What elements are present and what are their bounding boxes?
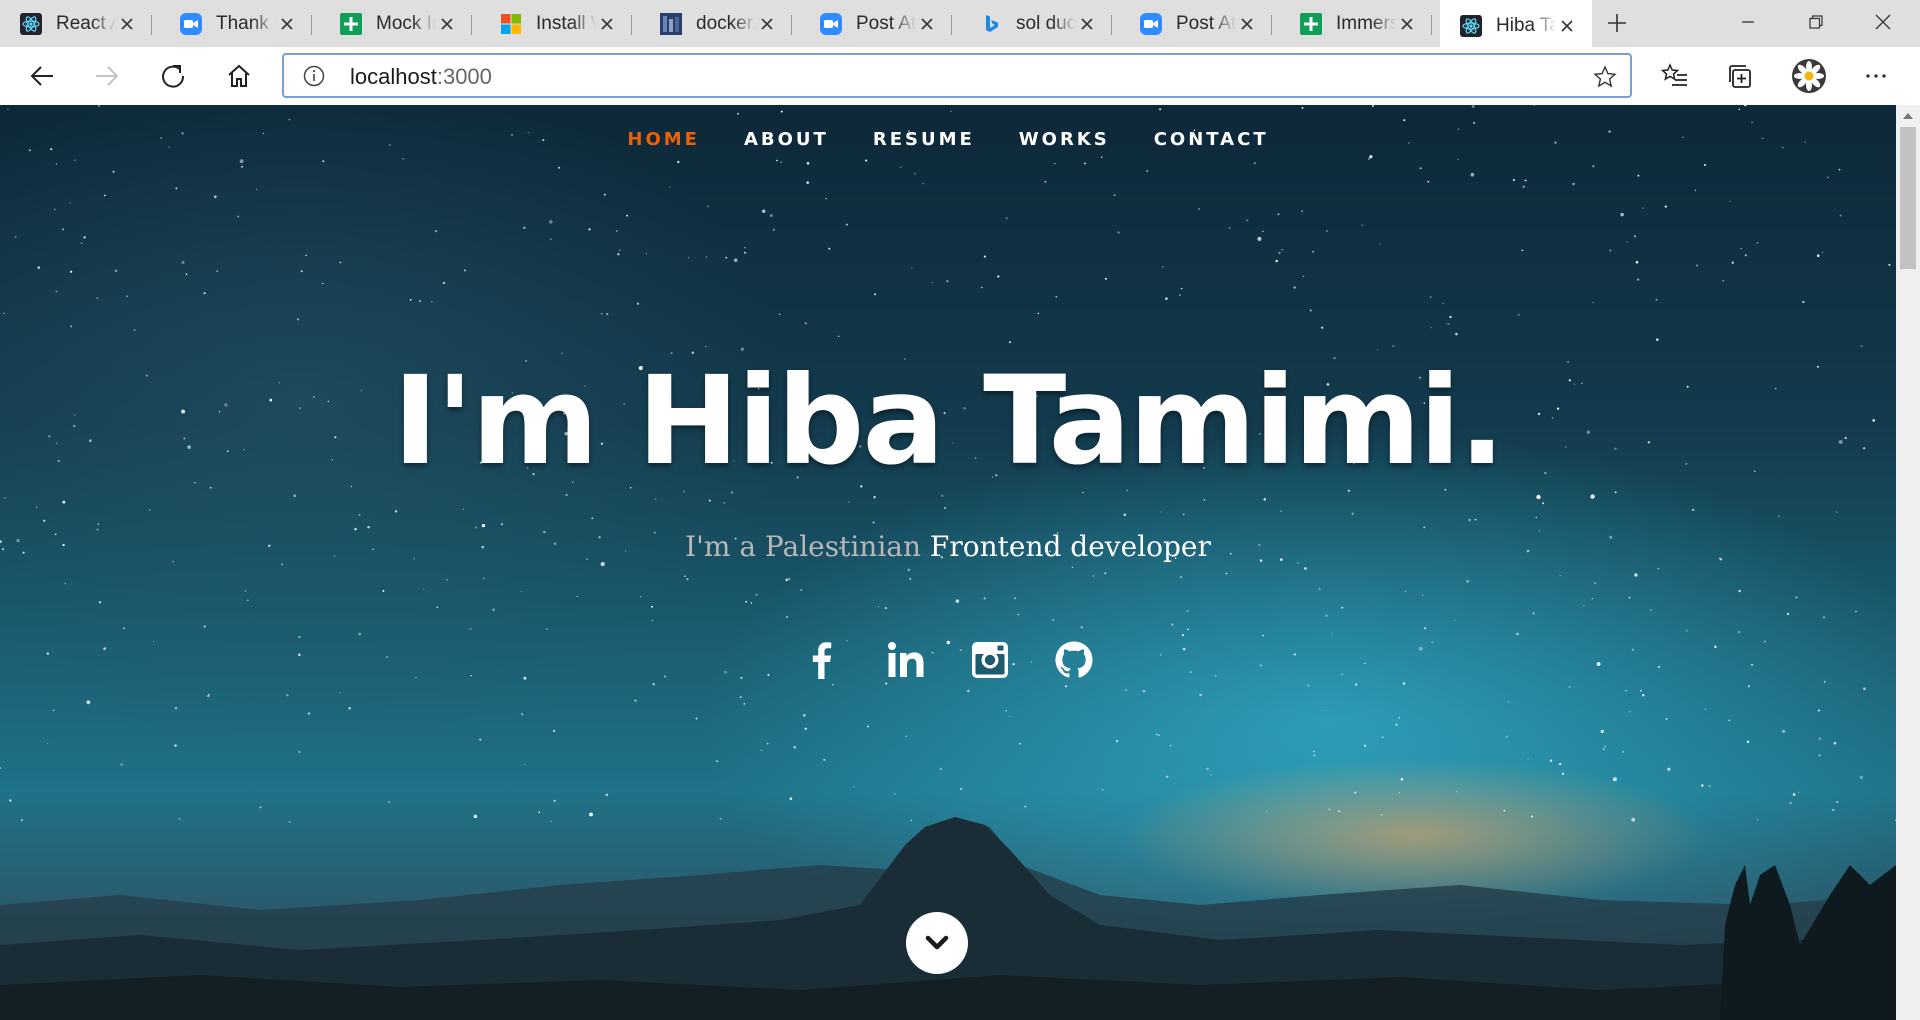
hero-subtitle: I'm a Palestinian Frontend developer bbox=[0, 530, 1896, 563]
scrollbar-thumb[interactable] bbox=[1900, 127, 1916, 269]
browser-tab-active[interactable]: Hiba Tamimi bbox=[1440, 0, 1592, 47]
minimize-icon bbox=[1742, 21, 1754, 23]
main-nav: HOME ABOUT RESUME WORKS CONTACT bbox=[0, 129, 1896, 150]
nav-resume[interactable]: RESUME bbox=[871, 129, 977, 150]
linkedin-link[interactable] bbox=[885, 639, 927, 681]
zoom-icon bbox=[820, 12, 842, 35]
hero-title: I'm Hiba Tamimi. bbox=[392, 350, 1505, 492]
tab-title: Post Attendee bbox=[856, 12, 916, 34]
hero-subtitle-prefix: I'm a Palestinian bbox=[685, 530, 922, 563]
close-icon bbox=[1875, 14, 1891, 30]
tab-strip: React App Thank you for registering Mock… bbox=[0, 0, 1920, 47]
github-icon bbox=[1055, 641, 1093, 678]
docker-thumb-icon bbox=[660, 12, 682, 35]
nav-home[interactable]: HOME bbox=[625, 129, 702, 150]
nav-works[interactable]: WORKS bbox=[1017, 129, 1112, 150]
page-scrollbar[interactable] bbox=[1896, 105, 1920, 1020]
browser-tab[interactable]: Thank you for registering bbox=[160, 5, 312, 42]
home-icon bbox=[228, 64, 250, 87]
facebook-icon bbox=[812, 642, 832, 679]
react-icon bbox=[20, 12, 42, 35]
browser-tab[interactable]: sol duc bbox=[960, 5, 1112, 42]
profile-avatar[interactable] bbox=[1791, 58, 1827, 94]
close-icon[interactable] bbox=[596, 13, 618, 35]
sheets-icon bbox=[340, 12, 362, 35]
settings-more-button[interactable] bbox=[1860, 60, 1892, 92]
browser-tab[interactable]: docker, bbox=[640, 5, 792, 42]
arrow-right-icon bbox=[96, 66, 119, 86]
close-icon[interactable] bbox=[1076, 13, 1098, 35]
forward-button[interactable] bbox=[91, 60, 123, 92]
more-icon bbox=[1866, 74, 1886, 78]
browser-tab[interactable]: React App bbox=[0, 5, 152, 42]
sheets-icon bbox=[1300, 12, 1322, 35]
browser-tab[interactable]: Immersive bbox=[1280, 5, 1432, 42]
restore-icon bbox=[1809, 15, 1823, 29]
url-host: localhost bbox=[350, 64, 437, 89]
browser-tab[interactable]: Install Windows bbox=[480, 5, 632, 42]
home-button[interactable] bbox=[223, 60, 255, 92]
close-icon[interactable] bbox=[756, 13, 778, 35]
page-hero: HOME ABOUT RESUME WORKS CONTACT I'm Hiba… bbox=[0, 105, 1896, 1020]
close-icon[interactable] bbox=[916, 13, 938, 35]
browser-toolbar: localhost:3000 bbox=[0, 47, 1920, 105]
linkedin-icon bbox=[888, 642, 924, 677]
nav-contact[interactable]: CONTACT bbox=[1152, 129, 1271, 150]
browser-tab[interactable]: Mock Interview bbox=[320, 5, 472, 42]
back-button[interactable] bbox=[26, 60, 58, 92]
tab-title: Thank you for registering bbox=[216, 12, 276, 34]
tab-title: Post Attendee bbox=[1176, 12, 1236, 34]
info-icon[interactable] bbox=[302, 64, 326, 88]
url-port: :3000 bbox=[436, 64, 492, 89]
favorites-list-icon bbox=[1661, 63, 1687, 86]
close-icon[interactable] bbox=[436, 13, 458, 35]
new-tab-button[interactable] bbox=[1604, 10, 1630, 36]
facebook-link[interactable] bbox=[801, 639, 843, 681]
chevron-down-icon bbox=[925, 935, 949, 950]
browser-tab[interactable]: Post Attendee bbox=[800, 5, 952, 42]
tab-title: Install Windows bbox=[536, 12, 596, 34]
close-icon[interactable] bbox=[1396, 13, 1418, 35]
tab-title: sol duc bbox=[1016, 12, 1076, 34]
collections-icon bbox=[1729, 65, 1751, 88]
hero-subtitle-role: Frontend developer bbox=[929, 530, 1211, 563]
triangle-up-icon bbox=[1903, 113, 1913, 119]
tab-title: React App bbox=[56, 12, 116, 34]
favorites-button[interactable] bbox=[1659, 60, 1691, 92]
tab-title: docker, bbox=[696, 12, 756, 34]
scroll-down-button[interactable] bbox=[906, 912, 968, 974]
tab-title: Mock Interview bbox=[376, 12, 436, 34]
refresh-icon bbox=[162, 65, 185, 88]
avatar-daisy-icon bbox=[1792, 59, 1826, 93]
microsoft-icon bbox=[500, 13, 522, 35]
instagram-link[interactable] bbox=[969, 639, 1011, 681]
instagram-icon bbox=[972, 642, 1008, 678]
tab-title: Immersive bbox=[1336, 12, 1396, 34]
scroll-up-arrow[interactable] bbox=[1896, 105, 1920, 127]
arrow-left-icon bbox=[30, 66, 53, 86]
nav-about[interactable]: ABOUT bbox=[742, 129, 831, 150]
social-links bbox=[0, 639, 1896, 681]
close-icon[interactable] bbox=[276, 13, 298, 35]
tab-title: Hiba Tamimi bbox=[1496, 15, 1556, 36]
address-bar[interactable]: localhost:3000 bbox=[282, 53, 1632, 98]
zoom-icon bbox=[180, 12, 202, 35]
browser-tab[interactable]: Post Attendee bbox=[1120, 5, 1272, 42]
refresh-button[interactable] bbox=[157, 60, 189, 92]
close-icon[interactable] bbox=[1556, 15, 1578, 37]
collections-button[interactable] bbox=[1724, 60, 1756, 92]
close-icon[interactable] bbox=[1236, 13, 1258, 35]
github-link[interactable] bbox=[1053, 639, 1095, 681]
close-icon[interactable] bbox=[116, 13, 138, 35]
minimize-button[interactable] bbox=[1733, 8, 1763, 36]
close-window-button[interactable] bbox=[1868, 8, 1898, 36]
react-icon bbox=[1460, 15, 1482, 37]
bing-icon bbox=[980, 13, 1002, 35]
restore-button[interactable] bbox=[1801, 8, 1831, 36]
url-text[interactable]: localhost:3000 bbox=[350, 64, 492, 90]
star-icon[interactable] bbox=[1592, 64, 1618, 90]
plus-icon bbox=[1608, 14, 1626, 32]
zoom-icon bbox=[1140, 12, 1162, 35]
